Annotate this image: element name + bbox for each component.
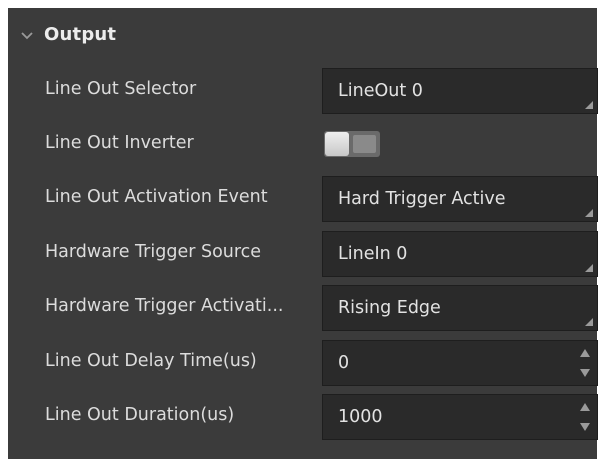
row-line-out-selector: Line Out Selector LineOut 0 <box>8 64 598 118</box>
output-properties-panel: Output Line Out Selector LineOut 0 Line … <box>8 8 598 459</box>
row-hardware-trigger-activation: Hardware Trigger Activati... Rising Edge <box>8 281 598 335</box>
line-out-selector-value: LineOut 0 <box>338 81 423 101</box>
dropdown-corner-icon <box>585 318 593 326</box>
line-out-activation-event-value: Hard Trigger Active <box>338 189 506 209</box>
line-out-selector-label: Line Out Selector <box>45 79 197 99</box>
toggle-knob <box>325 132 349 156</box>
line-out-activation-event-label: Line Out Activation Event <box>45 187 268 207</box>
spin-up-icon[interactable] <box>579 402 591 412</box>
dropdown-corner-icon <box>585 264 593 272</box>
row-line-out-inverter: Line Out Inverter <box>8 118 597 172</box>
hardware-trigger-source-dropdown[interactable]: LineIn 0 <box>322 231 598 277</box>
row-line-out-activation-event: Line Out Activation Event Hard Trigger A… <box>8 172 598 226</box>
line-out-delay-time-value: 0 <box>338 353 350 373</box>
hardware-trigger-activation-value: Rising Edge <box>338 298 441 318</box>
spin-up-icon[interactable] <box>579 348 591 358</box>
section-title: Output <box>44 24 117 45</box>
row-hardware-trigger-source: Hardware Trigger Source LineIn 0 <box>8 227 598 281</box>
line-out-selector-dropdown[interactable]: LineOut 0 <box>322 68 598 114</box>
hardware-trigger-activation-label: Hardware Trigger Activati... <box>45 296 284 316</box>
spin-down-icon[interactable] <box>579 422 591 432</box>
dropdown-corner-icon <box>585 209 593 217</box>
line-out-duration-value: 1000 <box>338 407 383 427</box>
row-line-out-delay-time: Line Out Delay Time(us) 0 <box>8 336 598 390</box>
hardware-trigger-activation-dropdown[interactable]: Rising Edge <box>322 285 598 331</box>
chevron-down-icon[interactable] <box>20 30 34 42</box>
line-out-activation-event-dropdown[interactable]: Hard Trigger Active <box>322 176 598 222</box>
dropdown-corner-icon <box>585 101 593 109</box>
line-out-delay-time-label: Line Out Delay Time(us) <box>45 351 257 371</box>
toggle-track <box>353 135 376 153</box>
line-out-delay-time-spinbox[interactable]: 0 <box>322 340 598 386</box>
section-header-output[interactable]: Output <box>8 8 597 63</box>
spin-down-icon[interactable] <box>579 368 591 378</box>
line-out-duration-label: Line Out Duration(us) <box>45 405 235 425</box>
hardware-trigger-source-value: LineIn 0 <box>338 244 408 264</box>
line-out-duration-spinbox[interactable]: 1000 <box>322 394 598 440</box>
hardware-trigger-source-label: Hardware Trigger Source <box>45 242 262 262</box>
row-line-out-duration: Line Out Duration(us) 1000 <box>8 390 598 444</box>
line-out-inverter-toggle[interactable] <box>324 131 380 157</box>
line-out-inverter-label: Line Out Inverter <box>45 133 194 153</box>
